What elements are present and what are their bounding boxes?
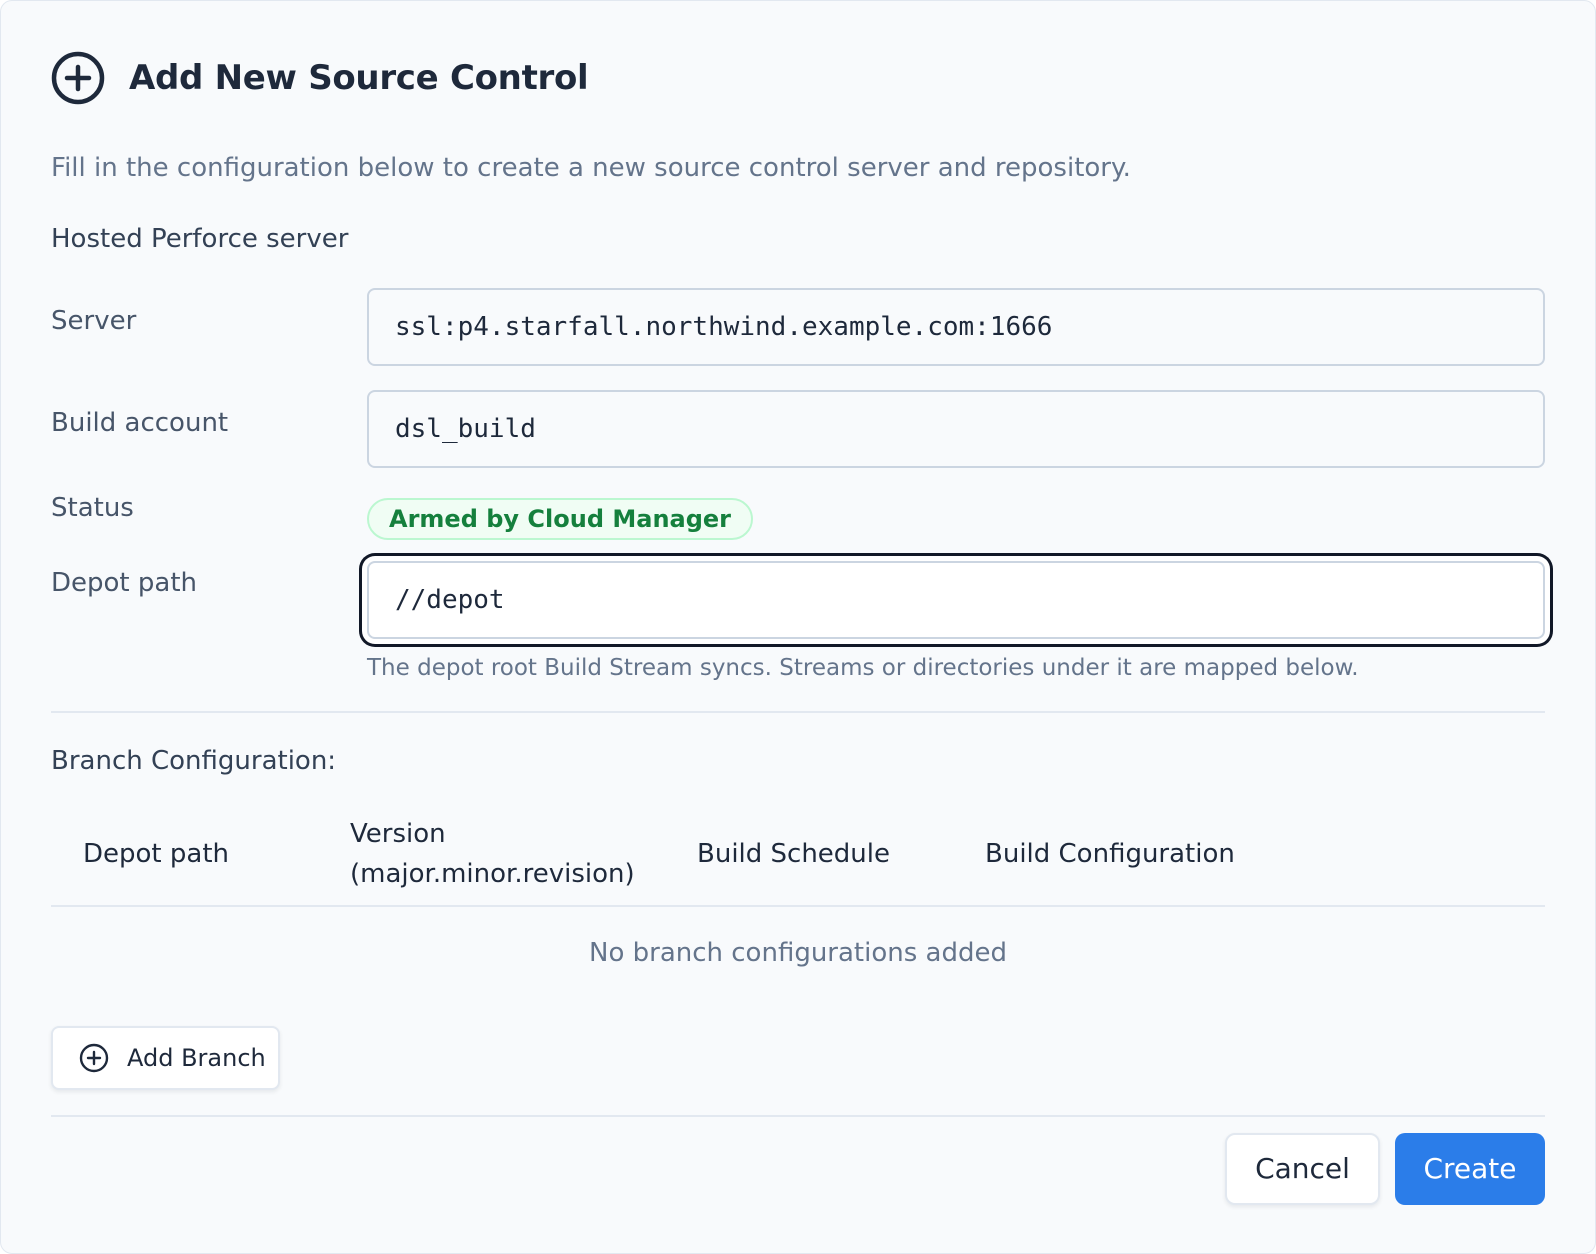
section-label: Hosted Perforce server (51, 224, 349, 254)
dialog-header: Add New Source Control (51, 51, 589, 105)
add-branch-label: Add Branch (127, 1044, 266, 1072)
footer-divider (51, 1115, 1545, 1117)
create-button[interactable]: Create (1395, 1133, 1545, 1205)
column-header-build-configuration: Build Configuration (985, 839, 1235, 869)
table-header-divider (51, 905, 1545, 907)
depot-path-label: Depot path (51, 568, 197, 598)
add-branch-button[interactable]: Add Branch (51, 1026, 280, 1090)
server-label: Server (51, 306, 137, 336)
column-header-version-line1: Version (350, 819, 446, 849)
server-input[interactable] (367, 288, 1545, 366)
column-header-version: Version (major.minor.revision) (350, 814, 635, 894)
status-badge: Armed by Cloud Manager (367, 498, 754, 540)
build-account-label: Build account (51, 408, 229, 438)
plus-circle-icon (51, 51, 105, 105)
status-label: Status (51, 493, 134, 523)
dialog-title: Add New Source Control (129, 58, 589, 98)
cancel-button[interactable]: Cancel (1225, 1133, 1380, 1205)
column-header-build-schedule: Build Schedule (697, 839, 891, 869)
depot-path-input[interactable] (367, 561, 1545, 639)
depot-path-helper-text: The depot root Build Stream syncs. Strea… (367, 655, 1359, 681)
column-header-depot-path: Depot path (83, 839, 229, 869)
branch-configuration-heading: Branch Configuration: (51, 746, 337, 776)
column-header-version-line2: (major.minor.revision) (350, 859, 635, 889)
branch-table-empty-message: No branch configurations added (589, 938, 1007, 968)
build-account-input[interactable] (367, 390, 1545, 468)
add-source-control-dialog: Add New Source Control Fill in the confi… (0, 0, 1596, 1254)
plus-circle-icon (79, 1043, 109, 1073)
section-divider (51, 711, 1545, 713)
dialog-subtitle: Fill in the configuration below to creat… (51, 153, 1131, 183)
